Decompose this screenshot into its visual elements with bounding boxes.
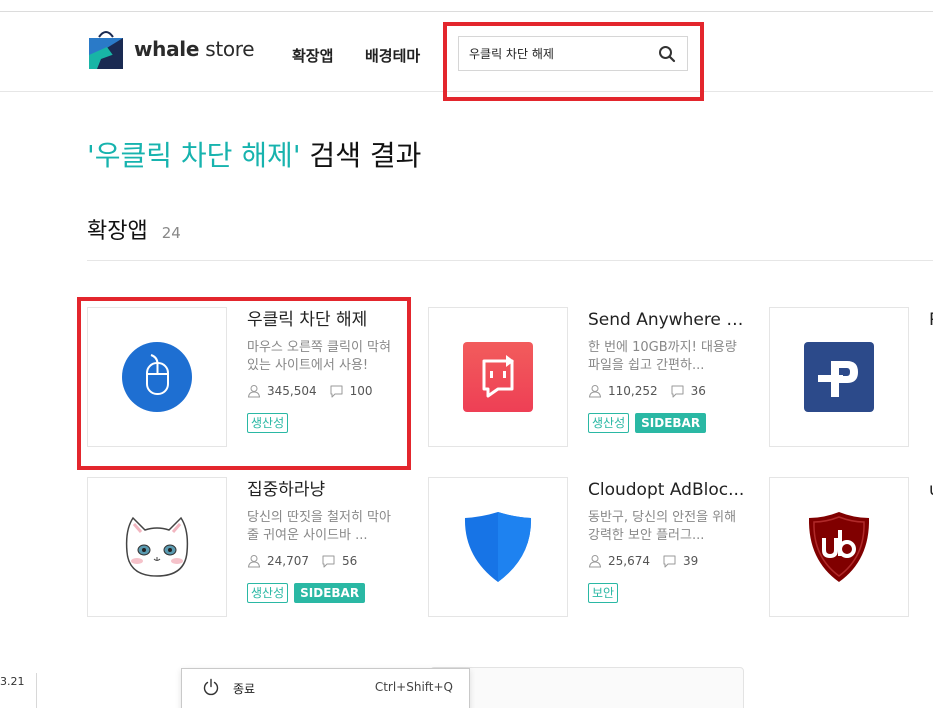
extension-card[interactable]: P	[769, 307, 933, 447]
user-icon	[247, 385, 261, 398]
extension-description: 당신의 딴짓을 철저히 막아줄 귀여운 사이드바 ...	[247, 510, 391, 543]
extension-title[interactable]: 집중하라냥	[247, 479, 407, 501]
power-icon	[203, 678, 219, 696]
user-count: 110,252	[608, 384, 658, 398]
extension-info: Cloudopt AdBloc... 동반구, 당신의 안전을 위해 강력한 보…	[588, 479, 748, 603]
search-input[interactable]	[459, 37, 654, 70]
comment-count: 36	[690, 384, 706, 398]
logo-text-bold: whale	[134, 37, 200, 61]
extension-card[interactable]: Send Anywhere (... 한 번에 10GB까지! 대용량 파일을 …	[428, 307, 748, 447]
send-anywhere-icon	[463, 342, 533, 412]
extension-stats: 25,674 39	[588, 553, 748, 569]
logo-text-rest: store	[199, 37, 255, 61]
mouse-icon	[122, 342, 192, 412]
user-count: 24,707	[267, 554, 309, 568]
user-count: 345,504	[267, 384, 317, 398]
whale-bag-icon	[89, 31, 123, 69]
extension-stats: 110,252 36	[588, 383, 748, 399]
extension-description: 동반구, 당신의 안전을 위해 강력한 보안 플러그...	[588, 510, 737, 543]
comment-icon	[663, 555, 676, 568]
extension-thumbnail	[769, 477, 909, 617]
extension-card[interactable]: Cloudopt AdBloc... 동반구, 당신의 안전을 위해 강력한 보…	[428, 477, 748, 617]
page: whale store 확장앱 배경테마 '우클릭 차단 해제' 검색 결과 확…	[0, 0, 933, 708]
extension-description: 마우스 오른쪽 클릭이 막혀있는 사이트에서 사용!	[247, 340, 391, 373]
search-keyword: '우클릭 차단 해제'	[87, 139, 301, 172]
extension-tags: 보안	[588, 583, 748, 603]
category-tag[interactable]: 보안	[588, 583, 619, 603]
user-icon	[588, 555, 602, 568]
left-divider	[36, 673, 37, 708]
header: whale store 확장앱 배경테마	[0, 12, 933, 92]
extension-card[interactable]: 집중하라냥 당신의 딴짓을 철저히 막아줄 귀여운 사이드바 ... 24,70…	[87, 477, 407, 617]
extension-card[interactable]: u	[769, 477, 933, 617]
extension-info: P	[929, 309, 933, 331]
nav-themes[interactable]: 배경테마	[365, 45, 420, 66]
sidebar-tag[interactable]: SIDEBAR	[635, 413, 707, 433]
section-header: 확장앱 24	[87, 213, 181, 245]
logo-text: whale store	[134, 37, 255, 61]
search-icon[interactable]	[658, 45, 676, 63]
nav-extensions[interactable]: 확장앱	[292, 45, 333, 66]
extension-tags: 생산성	[247, 413, 407, 433]
whale-store-logo[interactable]: whale store	[87, 29, 255, 69]
search-result-suffix: 검색 결과	[300, 139, 422, 172]
extension-tags: 생산성 SIDEBAR	[247, 583, 407, 603]
background-panel	[430, 667, 744, 708]
context-menu-exit-item[interactable]: 종료 Ctrl+Shift+Q	[182, 669, 469, 707]
user-count: 25,674	[608, 554, 650, 568]
category-tag[interactable]: 생산성	[588, 413, 630, 433]
cat-icon	[125, 516, 189, 577]
extension-thumbnail	[428, 307, 568, 447]
ublock-origin-icon	[808, 512, 870, 582]
extension-title[interactable]: Send Anywhere (...	[588, 309, 748, 331]
shield-icon	[464, 512, 532, 582]
section-name: 확장앱	[87, 219, 148, 244]
extension-description: 한 번에 10GB까지! 대용량 파일을 쉽고 간편하...	[588, 340, 737, 373]
category-tag[interactable]: 생산성	[247, 413, 289, 433]
extension-thumbnail	[87, 477, 227, 617]
extension-info: Send Anywhere (... 한 번에 10GB까지! 대용량 파일을 …	[588, 309, 748, 433]
extension-thumbnail	[769, 307, 909, 447]
extension-title[interactable]: P	[929, 309, 933, 331]
extension-title[interactable]: u	[929, 479, 933, 501]
context-menu: 종료 Ctrl+Shift+Q	[181, 668, 470, 708]
comment-icon	[322, 555, 335, 568]
pushbullet-p-icon	[804, 342, 874, 412]
search-result-title: '우클릭 차단 해제' 검색 결과	[87, 134, 421, 174]
left-fragment-text: 3.21	[0, 675, 25, 688]
user-icon	[588, 385, 602, 398]
context-menu-label: 종료	[233, 682, 256, 696]
section-count: 24	[161, 224, 181, 242]
comment-icon	[671, 385, 684, 398]
category-tag[interactable]: 생산성	[247, 583, 289, 603]
comment-count: 56	[342, 554, 358, 568]
comment-icon	[330, 385, 343, 398]
extension-thumbnail	[87, 307, 227, 447]
extension-info: u	[929, 479, 933, 501]
extension-title[interactable]: 우클릭 차단 해제	[247, 309, 407, 331]
extension-card[interactable]: 우클릭 차단 해제 마우스 오른쪽 클릭이 막혀있는 사이트에서 사용! 345…	[87, 307, 407, 447]
extension-title[interactable]: Cloudopt AdBloc...	[588, 479, 748, 501]
comment-count: 100	[349, 384, 373, 398]
sidebar-tag[interactable]: SIDEBAR	[294, 583, 366, 603]
extension-stats: 345,504 100	[247, 383, 407, 399]
extension-info: 우클릭 차단 해제 마우스 오른쪽 클릭이 막혀있는 사이트에서 사용! 345…	[247, 309, 407, 433]
context-menu-shortcut: Ctrl+Shift+Q	[374, 680, 453, 694]
extension-thumbnail	[428, 477, 568, 617]
extension-tags: 생산성 SIDEBAR	[588, 413, 748, 433]
comment-count: 39	[683, 554, 699, 568]
extension-stats: 24,707 56	[247, 553, 407, 569]
section-divider	[87, 260, 933, 261]
extension-info: 집중하라냥 당신의 딴짓을 철저히 막아줄 귀여운 사이드바 ... 24,70…	[247, 479, 407, 603]
user-icon	[247, 555, 261, 568]
search-box	[458, 36, 688, 71]
